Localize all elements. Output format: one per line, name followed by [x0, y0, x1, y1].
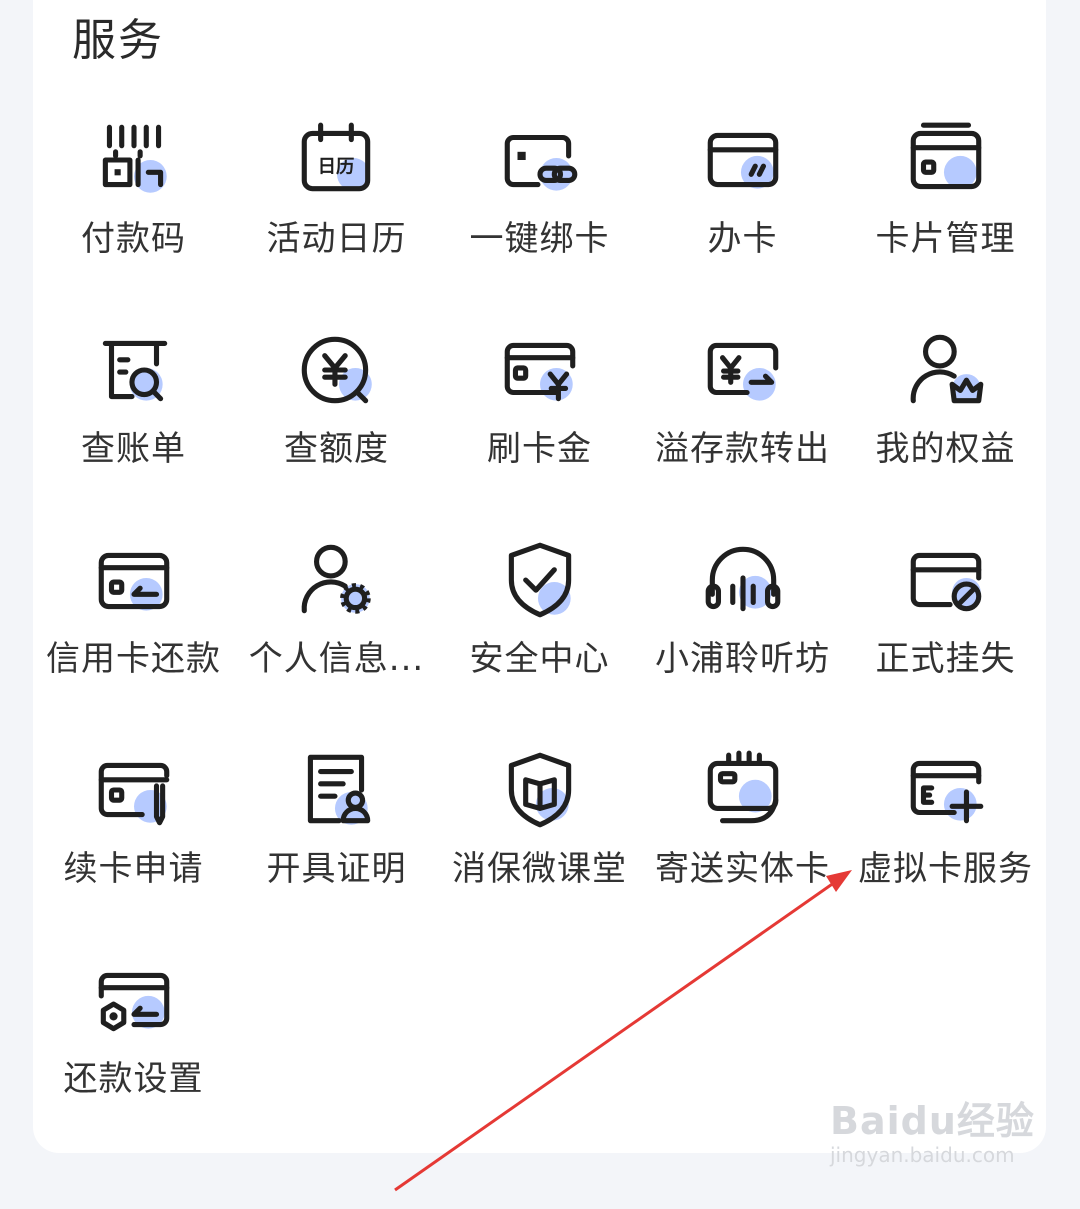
yen-transfer-icon — [707, 342, 778, 401]
service-label: 续卡申请 — [63, 849, 204, 889]
card-repay-icon — [98, 552, 169, 611]
section-title: 服务 — [72, 15, 164, 66]
service-item-card-repay[interactable]: 信用卡还款 — [32, 535, 235, 745]
service-label: 寄送实体卡 — [655, 849, 830, 889]
service-item-yen-search[interactable]: 查额度 — [235, 325, 438, 535]
service-label: 正式挂失 — [875, 639, 1016, 679]
service-item-card-apply[interactable]: 办卡 — [641, 115, 844, 325]
baidu-watermark: Baidu经验 jingyan.baidu.com — [830, 1090, 1035, 1167]
service-label: 安全中心 — [469, 639, 610, 679]
service-label: 我的权益 — [875, 429, 1016, 469]
service-item-user-gear[interactable]: 个人信息... — [235, 535, 438, 745]
service-item-document-user[interactable]: 开具证明 — [235, 745, 438, 955]
service-label: 开具证明 — [266, 849, 407, 889]
card-stack-icon — [910, 122, 981, 190]
service-label: 付款码 — [81, 219, 186, 259]
calendar-icon: 日历 — [301, 122, 370, 192]
service-label: 刷卡金 — [487, 429, 592, 469]
service-item-bill-search[interactable]: 查账单 — [32, 325, 235, 535]
card-yen-icon — [504, 342, 575, 402]
service-label: 虚拟卡服务 — [858, 849, 1033, 889]
watermark-url: jingyan.baidu.com — [830, 1143, 1015, 1167]
service-label: 还款设置 — [63, 1059, 204, 1099]
bill-search-icon — [102, 340, 167, 402]
service-item-headphones[interactable]: 小浦聆听坊 — [641, 535, 844, 745]
card-link-icon — [504, 134, 577, 191]
card-apply-icon — [707, 132, 778, 189]
service-label: 查额度 — [284, 429, 389, 469]
card-hand-icon — [707, 750, 778, 824]
service-item-card-plus[interactable]: 虚拟卡服务 — [844, 745, 1047, 955]
yen-search-icon — [301, 336, 372, 404]
service-item-card-yen[interactable]: 刷卡金 — [438, 325, 641, 535]
service-label: 小浦聆听坊 — [655, 639, 830, 679]
service-item-card-pen[interactable]: 续卡申请 — [32, 745, 235, 955]
card-setting-icon — [98, 972, 169, 1032]
service-label: 活动日历 — [266, 219, 407, 259]
watermark-brand: Baidu经验 — [830, 1099, 1035, 1143]
service-label: 查账单 — [81, 429, 186, 469]
headphones-icon — [705, 546, 780, 612]
service-item-shield-book[interactable]: 消保微课堂 — [438, 745, 641, 955]
service-label: 信用卡还款 — [46, 639, 221, 679]
user-gear-icon — [301, 544, 371, 614]
service-label: 一键绑卡 — [469, 219, 610, 259]
barcode-qr-icon — [102, 124, 167, 193]
service-label: 办卡 — [707, 219, 778, 259]
service-item-card-setting[interactable]: 还款设置 — [32, 955, 235, 1165]
shield-check-icon — [508, 542, 571, 618]
service-item-calendar[interactable]: 日历 活动日历 — [235, 115, 438, 325]
services-grid: 付款码 日历活动日历 一键绑卡 办卡 卡片管理 查账单 查额度 刷卡金 溢存款转… — [32, 115, 1047, 1165]
service-item-yen-transfer[interactable]: 溢存款转出 — [641, 325, 844, 535]
service-item-card-link[interactable]: 一键绑卡 — [438, 115, 641, 325]
service-label: 消保微课堂 — [452, 849, 627, 889]
service-label: 个人信息... — [248, 639, 425, 679]
service-item-card-stack[interactable]: 卡片管理 — [844, 115, 1047, 325]
service-item-card-hand[interactable]: 寄送实体卡 — [641, 745, 844, 955]
service-label: 卡片管理 — [875, 219, 1016, 259]
card-block-icon — [910, 552, 981, 612]
document-user-icon — [307, 754, 370, 825]
service-item-user-crown[interactable]: 我的权益 — [844, 325, 1047, 535]
svg-text:日历: 日历 — [317, 156, 354, 177]
service-item-shield-check[interactable]: 安全中心 — [438, 535, 641, 745]
service-item-barcode-qr[interactable]: 付款码 — [32, 115, 235, 325]
card-plus-icon — [910, 760, 983, 824]
card-pen-icon — [98, 762, 169, 826]
shield-book-icon — [508, 752, 571, 828]
service-label: 溢存款转出 — [655, 429, 830, 469]
user-crown-icon — [910, 334, 983, 404]
service-item-card-block[interactable]: 正式挂失 — [844, 535, 1047, 745]
